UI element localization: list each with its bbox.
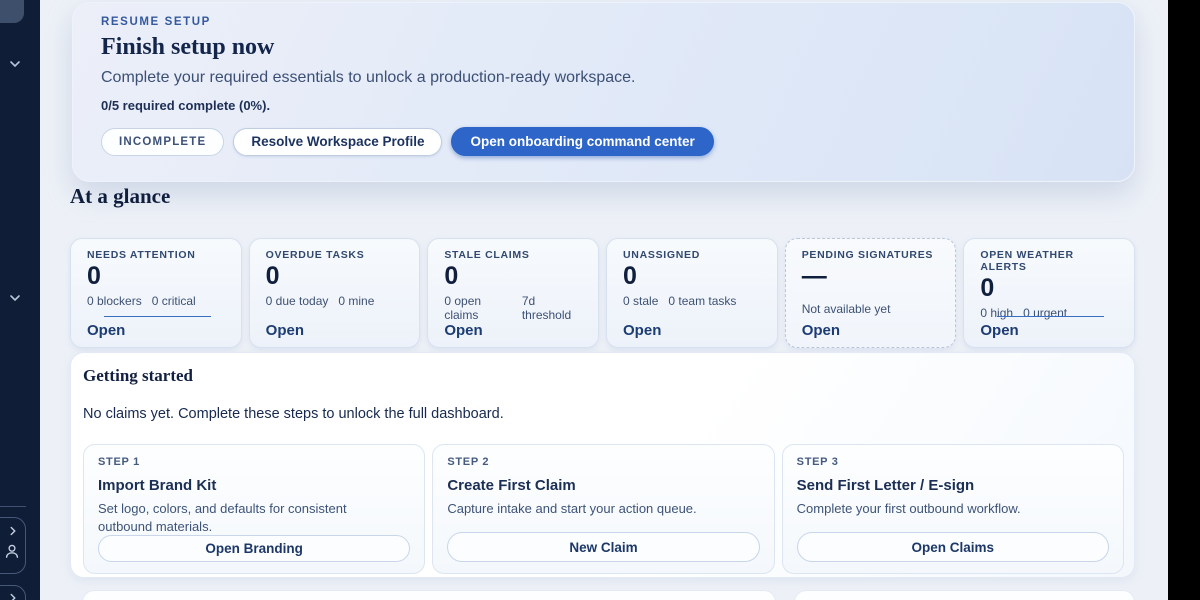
getting-started-intro: No claims yet. Complete these steps to u… (83, 406, 504, 422)
sparkline (997, 316, 1104, 317)
open-branding-button[interactable]: Open Branding (98, 535, 410, 562)
sidebar-logo-block[interactable] (0, 0, 24, 23)
open-link[interactable]: Open (87, 322, 125, 339)
step-description: Set logo, colors, and defaults for consi… (98, 500, 398, 535)
step-title: Import Brand Kit (98, 477, 410, 494)
substat: Not available yet (802, 302, 891, 316)
sidebar-user-panel[interactable] (0, 517, 26, 574)
stat-card-title: STALE CLAIMS (444, 249, 582, 261)
substat: 0 critical (152, 294, 196, 308)
step-kicker: STEP 2 (447, 456, 759, 468)
stat-card-substats: 0 stale 0 team tasks (623, 294, 761, 308)
stat-card-title: NEEDS ATTENTION (87, 249, 225, 261)
step-kicker: STEP 3 (797, 456, 1109, 468)
substat: 0 mine (338, 294, 374, 308)
open-claims-button[interactable]: Open Claims (797, 532, 1109, 562)
stat-card-value: — (802, 263, 940, 289)
chevron-down-icon[interactable] (7, 290, 23, 306)
step-title: Send First Letter / E-sign (797, 477, 1109, 494)
substat: 0 open claims (444, 294, 511, 322)
step-card-send-first-letter: STEP 3 Send First Letter / E-sign Comple… (782, 444, 1124, 574)
chevron-down-icon[interactable] (7, 56, 23, 72)
viewport-black-strip (1168, 0, 1200, 600)
stat-card-value: 0 (444, 263, 582, 289)
main-content: RESUME SETUP Finish setup now Complete y… (40, 0, 1168, 600)
stat-card-substats: 0 open claims 7d threshold (444, 294, 582, 322)
chevron-right-icon (6, 591, 20, 600)
stat-card-pending-signatures: PENDING SIGNATURES — Not available yet O… (785, 238, 957, 348)
step-card-import-brand-kit: STEP 1 Import Brand Kit Set logo, colors… (83, 444, 425, 574)
new-claim-button[interactable]: New Claim (447, 532, 759, 562)
open-link[interactable]: Open (266, 322, 304, 339)
banner-actions: INCOMPLETE Resolve Workspace Profile Ope… (101, 127, 714, 156)
banner-kicker: RESUME SETUP (101, 16, 211, 28)
getting-started-heading: Getting started (83, 366, 193, 386)
open-onboarding-button[interactable]: Open onboarding command center (451, 127, 713, 156)
step-card-create-first-claim: STEP 2 Create First Claim Capture intake… (432, 444, 774, 574)
stat-card-substats: 0 high 0 urgent (980, 306, 1118, 320)
stat-card-stale-claims: STALE CLAIMS 0 0 open claims 7d threshol… (427, 238, 599, 348)
app-window: RESUME SETUP Finish setup now Complete y… (0, 0, 1168, 600)
resume-setup-banner: RESUME SETUP Finish setup now Complete y… (72, 2, 1135, 182)
open-link[interactable]: Open (623, 322, 661, 339)
stat-card-value: 0 (266, 263, 404, 289)
step-description: Complete your first outbound workflow. (797, 500, 1097, 518)
substat: 7d threshold (522, 294, 582, 322)
stat-card-title: OPEN WEATHER ALERTS (980, 249, 1118, 273)
substat: 0 team tasks (668, 294, 736, 308)
clipped-card (82, 590, 776, 600)
stat-card-title: PENDING SIGNATURES (802, 249, 940, 261)
substat: 0 due today (266, 294, 329, 308)
status-badge: INCOMPLETE (101, 128, 224, 156)
glance-cards-row: NEEDS ATTENTION 0 0 blockers 0 critical … (70, 238, 1135, 348)
sparkline (104, 316, 211, 317)
step-description: Capture intake and start your action que… (447, 500, 747, 518)
open-link[interactable]: Open (444, 322, 482, 339)
substat: 0 urgent (1023, 306, 1067, 320)
at-a-glance-heading: At a glance (70, 184, 170, 209)
sidebar-divider (0, 506, 26, 507)
stat-card-substats: Not available yet (802, 302, 940, 316)
chevron-right-icon (6, 524, 20, 538)
clipped-card (794, 590, 1135, 600)
resolve-workspace-profile-button[interactable]: Resolve Workspace Profile (233, 128, 442, 156)
stat-card-needs-attention: NEEDS ATTENTION 0 0 blockers 0 critical … (70, 238, 242, 348)
stat-card-unassigned: UNASSIGNED 0 0 stale 0 team tasks Open (606, 238, 778, 348)
stat-card-substats: 0 due today 0 mine (266, 294, 404, 308)
substat: 0 stale (623, 294, 658, 308)
banner-subtitle: Complete your required essentials to unl… (101, 69, 636, 87)
stat-card-substats: 0 blockers 0 critical (87, 294, 225, 308)
page-title: Finish setup now (101, 34, 274, 61)
user-icon (3, 542, 21, 560)
sidebar-collapse-panel[interactable] (0, 585, 26, 600)
stat-card-overdue-tasks: OVERDUE TASKS 0 0 due today 0 mine Open (249, 238, 421, 348)
stat-card-title: UNASSIGNED (623, 249, 761, 261)
stat-card-value: 0 (623, 263, 761, 289)
sidebar (0, 0, 40, 600)
open-link[interactable]: Open (802, 322, 840, 339)
step-title: Create First Claim (447, 477, 759, 494)
banner-progress-text: 0/5 required complete (0%). (101, 98, 270, 113)
substat: 0 high (980, 306, 1013, 320)
stat-card-title: OVERDUE TASKS (266, 249, 404, 261)
stat-card-value: 0 (87, 263, 225, 289)
substat: 0 blockers (87, 294, 142, 308)
step-kicker: STEP 1 (98, 456, 410, 468)
steps-row: STEP 1 Import Brand Kit Set logo, colors… (83, 444, 1124, 574)
stat-card-value: 0 (980, 275, 1118, 301)
stat-card-open-weather-alerts: OPEN WEATHER ALERTS 0 0 high 0 urgent Op… (963, 238, 1135, 348)
getting-started-section: Getting started No claims yet. Complete … (70, 352, 1135, 578)
open-link[interactable]: Open (980, 322, 1018, 339)
